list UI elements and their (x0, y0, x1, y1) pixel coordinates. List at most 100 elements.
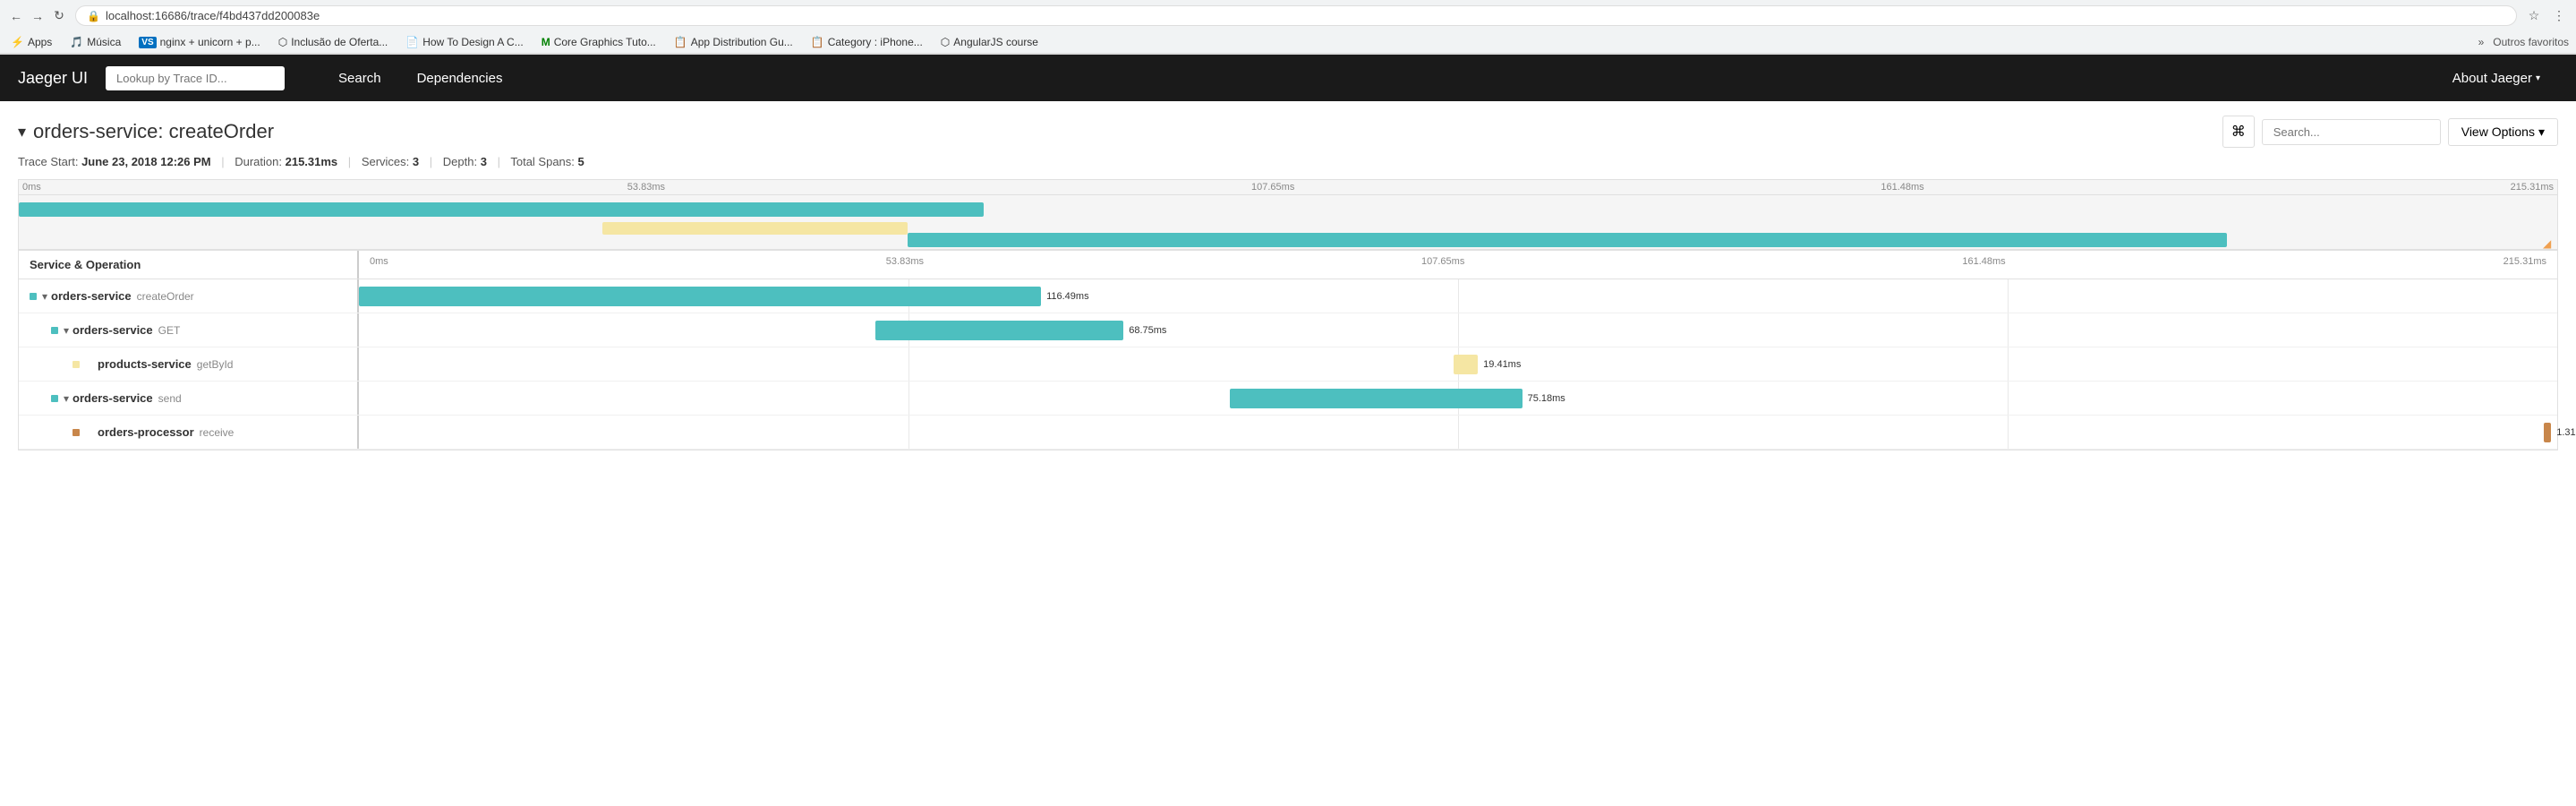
bookmark-angularjs[interactable]: ⬡ AngularJS course (937, 34, 1042, 50)
span-collapse-btn-span1[interactable]: ▾ (42, 290, 47, 303)
grid-line-25 (908, 416, 909, 449)
span-bar-wrapper-span4: 75.18ms (1230, 389, 2068, 408)
view-options-button[interactable]: View Options ▾ (2448, 118, 2558, 146)
grid-line-75 (2008, 313, 2009, 347)
span-bar-span1[interactable] (359, 287, 1041, 306)
detail-ruler-tick-2: 107.65ms (1421, 256, 1464, 267)
span-bar-wrapper-span5: 1.31ms (2544, 423, 2576, 442)
bookmark-coregraphics[interactable]: M Core Graphics Tuto... (538, 34, 660, 50)
minimap-ruler: 0ms 53.83ms 107.65ms 161.48ms 215.31ms (19, 180, 2557, 195)
minimap-canvas[interactable] (19, 195, 2557, 249)
ruler-tick-3: 161.48ms (1881, 182, 1923, 193)
bookmark-musica[interactable]: 🎵 Música (66, 34, 124, 50)
nginx-icon: VS (139, 37, 156, 48)
trace-collapse-button[interactable]: ▾ (18, 123, 26, 141)
header-nav: Search Dependencies (320, 56, 520, 100)
app-title: Jaeger UI (18, 69, 88, 88)
span-bar-span3[interactable] (1454, 355, 1478, 374)
detail-service-header: Service & Operation (19, 251, 359, 279)
span-collapse-btn-span4[interactable]: ▾ (64, 392, 69, 405)
minimap-resize-handle[interactable] (2543, 236, 2555, 249)
span-bar-wrapper-span2: 68.75ms (875, 321, 1651, 340)
span-collapse-btn-span2[interactable]: ▾ (64, 324, 69, 337)
bookmark-nginx[interactable]: VS nginx + unicorn + p... (135, 34, 263, 50)
span-service-name-span1: orders-service (51, 289, 132, 303)
browser-menu-icon[interactable]: ⋮ (2549, 6, 2569, 26)
span-service-col-span1: ▾ orders-service createOrder (19, 279, 359, 313)
browser-toolbar: ← → ↻ 🔒 localhost:16686/trace/f4bd437dd2… (0, 0, 2576, 31)
view-options-chevron: ▾ (2538, 124, 2545, 140)
sep1: | (221, 155, 224, 168)
span-bar-span5[interactable] (2544, 423, 2551, 442)
span-service-col-span5: orders-processorreceive (19, 416, 359, 449)
trace-title-row: ▾ orders-service: createOrder (18, 120, 2208, 143)
span-operation-span1: createOrder (137, 290, 194, 303)
trace-start-value: June 23, 2018 12:26 PM (81, 155, 211, 168)
about-jaeger-chevron: ▾ (2536, 73, 2540, 83)
ruler-tick-4: 215.31ms (2511, 182, 2554, 193)
ruler-tick-2: 107.65ms (1251, 182, 1294, 193)
category-icon: 📋 (811, 36, 824, 48)
detail-ruler-tick-3: 161.48ms (1962, 256, 2005, 267)
bookmark-apps[interactable]: ⚡ Apps (7, 34, 55, 50)
browser-controls: ← → ↻ (7, 7, 68, 25)
browser-actions: ☆ ⋮ (2524, 6, 2569, 26)
bookmarks-more[interactable]: » Outros favoritos (2478, 36, 2569, 48)
span-service-name-span3: products-service (98, 357, 192, 371)
bookmarks-bar: ⚡ Apps 🎵 Música VS nginx + unicorn + p..… (0, 31, 2576, 54)
coregraphics-icon: M (542, 36, 550, 48)
bookmark-design[interactable]: 📄 How To Design A C... (402, 34, 526, 50)
reload-button[interactable]: ↻ (50, 7, 68, 25)
address-text: localhost:16686/trace/f4bd437dd200083e (106, 9, 320, 22)
span-timeline-col-span4: 75.18ms (359, 382, 2557, 415)
bookmark-inclusao[interactable]: ⬡ Inclusão de Oferta... (275, 34, 392, 50)
span-row-span3[interactable]: products-servicegetById19.41ms (19, 347, 2557, 382)
trace-services-value: 3 (413, 155, 419, 168)
app-header: Jaeger UI Search Dependencies About Jaeg… (0, 55, 2576, 101)
about-jaeger-label: About Jaeger (2452, 71, 2532, 86)
lookup-input[interactable] (106, 66, 285, 90)
back-button[interactable]: ← (7, 7, 25, 25)
span-bar-span2[interactable] (875, 321, 1123, 340)
trace-search-input[interactable] (2262, 119, 2441, 145)
forward-button[interactable]: → (29, 7, 47, 25)
span-duration-span1: 116.49ms (1046, 291, 1089, 302)
nav-search[interactable]: Search (320, 56, 399, 100)
grid-line-50 (1458, 416, 1459, 449)
trace-total-spans-value: 5 (578, 155, 584, 168)
trace-total-spans-label: Total Spans: (510, 155, 575, 168)
grid-line-75 (2008, 416, 2009, 449)
bookmark-star-icon[interactable]: ☆ (2524, 6, 2544, 26)
span-service-col-span2: ▾orders-serviceGET (19, 313, 359, 347)
span-duration-span2: 68.75ms (1129, 325, 1166, 336)
span-bar-wrapper-span1: 116.49ms (359, 287, 1620, 306)
span-color-dot-span3 (73, 361, 80, 368)
trace-meta: Trace Start: June 23, 2018 12:26 PM | Du… (18, 155, 2558, 168)
about-jaeger-menu[interactable]: About Jaeger ▾ (2435, 56, 2558, 100)
detail-ruler-tick-0: 0ms (370, 256, 388, 267)
span-operation-span2: GET (158, 324, 181, 337)
detail-timeline-header: 0ms 53.83ms 107.65ms 161.48ms 215.31ms (359, 251, 2557, 279)
span-timeline-col-span1: 116.49ms (359, 279, 2557, 313)
span-bar-span4[interactable] (1230, 389, 1523, 408)
span-duration-span3: 19.41ms (1483, 359, 1521, 370)
minimap-bar-0 (19, 202, 984, 217)
trace-header: ▾ orders-service: createOrder ⌘ View Opt… (18, 116, 2558, 148)
apps-icon: ⚡ (11, 36, 24, 48)
span-row-span1[interactable]: ▾ orders-service createOrder 116.49ms (19, 279, 2557, 313)
trace-start-label: Trace Start: (18, 155, 78, 168)
span-row-span5[interactable]: orders-processorreceive1.31ms (19, 416, 2557, 450)
grid-line-25 (908, 382, 909, 415)
grid-icon-button[interactable]: ⌘ (2222, 116, 2255, 148)
span-row-span4[interactable]: ▾orders-servicesend75.18ms (19, 382, 2557, 416)
detail-ruler: 0ms 53.83ms 107.65ms 161.48ms 215.31ms (359, 256, 2557, 267)
bookmark-category[interactable]: 📋 Category : iPhone... (807, 34, 926, 50)
span-operation-span4: send (158, 392, 182, 405)
bookmark-appdist[interactable]: 📋 App Distribution Gu... (670, 34, 797, 50)
view-options-label: View Options (2461, 124, 2535, 139)
span-row-span2[interactable]: ▾orders-serviceGET 68.75ms (19, 313, 2557, 347)
detail-header: Service & Operation 0ms 53.83ms 107.65ms… (19, 251, 2557, 279)
nav-dependencies[interactable]: Dependencies (399, 56, 521, 100)
address-bar[interactable]: 🔒 localhost:16686/trace/f4bd437dd200083e (75, 5, 2517, 26)
bookmark-inclusao-label: Inclusão de Oferta... (291, 36, 388, 48)
